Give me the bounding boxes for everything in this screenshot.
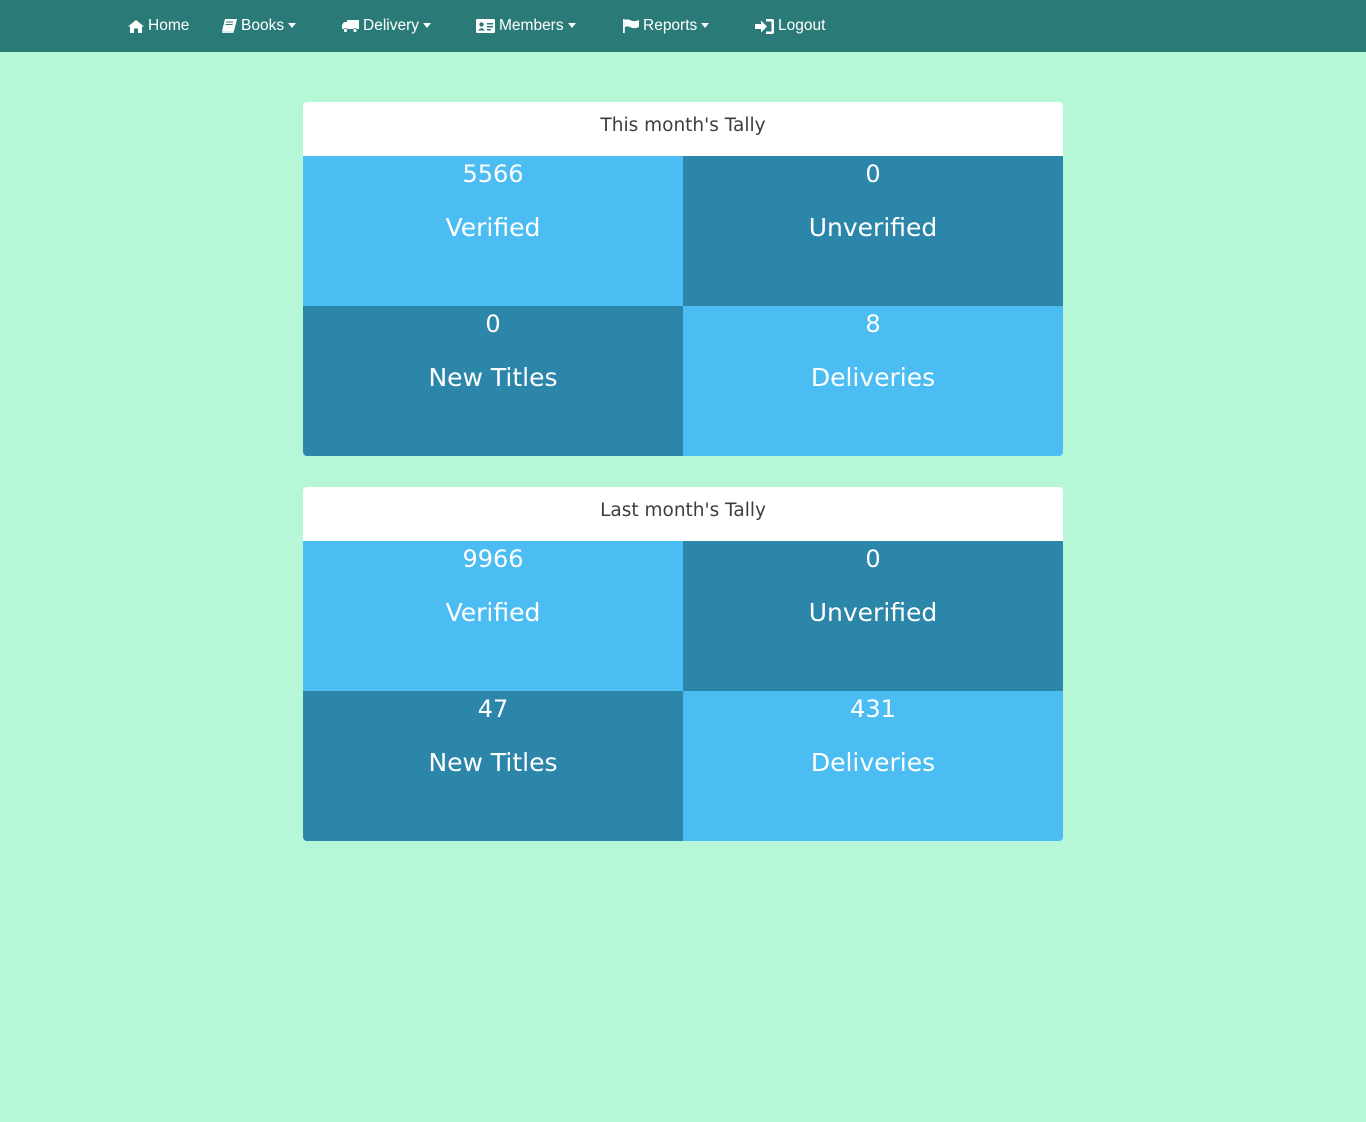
new-titles-count: 0 [485, 310, 501, 338]
chevron-down-icon [701, 22, 710, 28]
nav-delivery-label: Delivery [363, 17, 419, 34]
this-month-tally-card: This month's Tally 5566 Verified 0 Unver… [303, 102, 1063, 456]
deliveries-count: 431 [850, 695, 896, 723]
truck-icon [342, 19, 359, 33]
new-titles-count: 47 [477, 695, 509, 723]
unverified-label: Unverified [808, 598, 938, 627]
unverified-count: 0 [865, 160, 881, 188]
new-titles-tile: 0 New Titles [303, 306, 683, 456]
last-month-tally-card: Last month's Tally 9966 Verified 0 Unver… [303, 487, 1063, 841]
deliveries-label: Deliveries [810, 748, 936, 777]
nav-reports-dropdown[interactable]: Reports [623, 0, 710, 52]
unverified-label: Unverified [808, 213, 938, 242]
nav-delivery-dropdown[interactable]: Delivery [342, 0, 431, 52]
verified-tile: 9966 Verified [303, 541, 683, 691]
chevron-down-icon [288, 22, 297, 28]
deliveries-tile: 431 Deliveries [683, 691, 1063, 841]
top-navbar: Home Books Delivery Members Reports Logo… [0, 0, 1366, 52]
deliveries-tile: 8 Deliveries [683, 306, 1063, 456]
unverified-tile: 0 Unverified [683, 156, 1063, 306]
nav-reports-label: Reports [643, 17, 698, 34]
verified-tile: 5566 Verified [303, 156, 683, 306]
nav-books-dropdown[interactable]: Books [222, 0, 297, 52]
chevron-down-icon [422, 22, 431, 28]
sign-in-icon [755, 18, 774, 34]
new-titles-tile: 47 New Titles [303, 691, 683, 841]
book-icon [222, 19, 237, 33]
card-title: This month's Tally [600, 115, 766, 136]
nav-members-dropdown[interactable]: Members [476, 0, 576, 52]
home-icon [128, 19, 144, 33]
id-card-icon [476, 19, 495, 33]
verified-label: Verified [445, 598, 541, 627]
chevron-down-icon [567, 22, 576, 28]
nav-logout-label: Logout [778, 17, 826, 34]
verified-count: 9966 [462, 545, 524, 573]
flag-icon [623, 19, 639, 33]
deliveries-label: Deliveries [810, 363, 936, 392]
nav-books-label: Books [241, 17, 285, 34]
verified-count: 5566 [462, 160, 524, 188]
nav-members-label: Members [499, 17, 564, 34]
nav-home-label: Home [148, 17, 190, 34]
deliveries-count: 8 [865, 310, 881, 338]
new-titles-label: New Titles [428, 748, 558, 777]
card-title: Last month's Tally [600, 500, 766, 521]
nav-logout[interactable]: Logout [755, 0, 825, 52]
nav-home[interactable]: Home [128, 0, 189, 52]
unverified-count: 0 [865, 545, 881, 573]
unverified-tile: 0 Unverified [683, 541, 1063, 691]
new-titles-label: New Titles [428, 363, 558, 392]
verified-label: Verified [445, 213, 541, 242]
